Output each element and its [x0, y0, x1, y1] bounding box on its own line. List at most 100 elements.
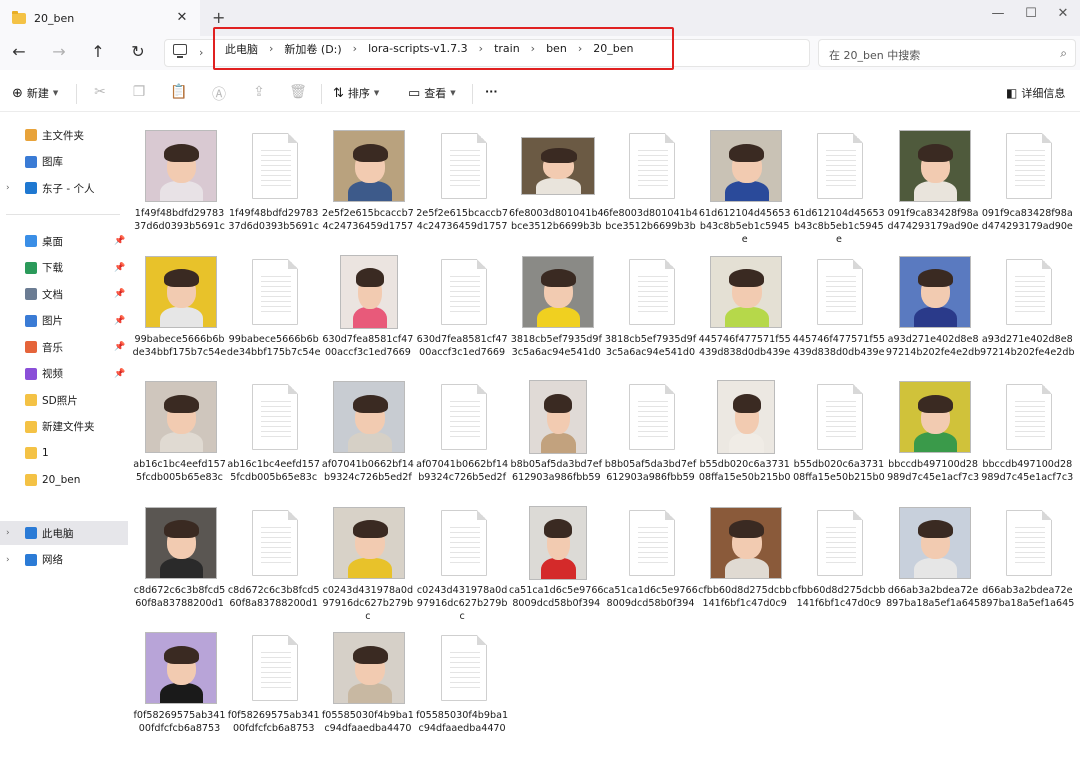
new-tab-button[interactable]: +	[212, 8, 225, 27]
image-file[interactable]: 630d7fea8581cf4700accf3c1ed7669	[320, 243, 415, 363]
image-file[interactable]: 091f9ca83428f98ad474293179ad90e	[886, 117, 981, 237]
text-file[interactable]: f05585030f4b9ba1c94dfaaedba4470	[415, 619, 510, 739]
text-file[interactable]: 61d612104d45653b43c8b5eb1c5945e	[791, 117, 886, 245]
breadcrumb-item[interactable]: lora-scripts-v1.7.3	[368, 42, 468, 55]
image-file[interactable]: 445746f477571f55439d838d0db439e	[697, 243, 792, 363]
text-file[interactable]: cfbb60d8d275dcbb141f6bf1c47d0c9	[791, 494, 886, 614]
view-button[interactable]: ▭ 查看 ▼	[408, 85, 456, 101]
tab-20-ben[interactable]: 20_ben ✕	[0, 0, 200, 36]
chevron-right-icon: ›	[352, 42, 358, 55]
image-file[interactable]: ab16c1bc4eefd1575fcdb005b65e83c	[132, 368, 227, 488]
image-file[interactable]: 3818cb5ef7935d9f3c5a6ac94e541d0	[509, 243, 604, 363]
details-pane-button[interactable]: ◧ 详细信息	[1006, 85, 1065, 101]
maximize-button[interactable]: ☐	[1021, 6, 1041, 21]
sidebar-item-folder[interactable]: 1	[0, 441, 128, 465]
sidebar-item-music[interactable]: 音乐 📌	[0, 335, 128, 359]
delete-icon[interactable]: 🗑	[289, 84, 307, 100]
image-file[interactable]: c0243d431978a0d97916dc627b279bc	[320, 494, 415, 622]
text-file[interactable]: ab16c1bc4eefd1575fcdb005b65e83c	[226, 368, 321, 488]
sidebar-item-home[interactable]: 主文件夹	[0, 123, 128, 147]
cut-icon[interactable]: ✂	[91, 84, 109, 100]
text-file[interactable]: 2e5f2e615bcaccb74c24736459d1757	[415, 117, 510, 237]
text-file[interactable]: 99babece5666b6bde34bbf175b7c54e	[226, 243, 321, 363]
copy-icon[interactable]: ❐	[130, 84, 148, 100]
sidebar-item-desktop[interactable]: 桌面 📌	[0, 229, 128, 253]
text-file[interactable]: ca51ca1d6c5e97668009dcd58b0f394	[603, 494, 698, 614]
sidebar-item-download[interactable]: 下载 📌	[0, 256, 128, 280]
image-file[interactable]: 6fe8003d801041b4bce3512b6699b3b	[509, 117, 604, 237]
sidebar-item-document[interactable]: 文档 📌	[0, 282, 128, 306]
sidebar-item-picture[interactable]: 图片 📌	[0, 309, 128, 333]
text-file[interactable]: b55db020c6a373108ffa15e50b215b0	[791, 368, 886, 488]
sidebar-item-onedrive[interactable]: › 东子 - 个人	[0, 176, 128, 200]
image-file[interactable]: b55db020c6a373108ffa15e50b215b0	[697, 368, 792, 488]
new-button[interactable]: ⊕ 新建 ▼	[12, 85, 58, 101]
image-file[interactable]: f0f58269575ab34100fdfcfcb6a8753	[132, 619, 227, 739]
document-icon	[252, 384, 299, 450]
image-file[interactable]: a93d271e402d8e897214b202fe4e2db	[886, 243, 981, 363]
sidebar-item-gallery[interactable]: 图库	[0, 150, 128, 174]
sidebar-item-network[interactable]: › 网络	[0, 548, 128, 572]
sidebar-item-video[interactable]: 视频 📌	[0, 362, 128, 386]
image-file[interactable]: c8d672c6c3b8fcd560f8a83788200d1	[132, 494, 227, 614]
text-file[interactable]: bbccdb497100d28989d7c45e1acf7c3	[980, 368, 1075, 488]
forward-button[interactable]: →	[48, 42, 70, 61]
chevron-right-icon[interactable]: ›	[6, 183, 10, 193]
image-file[interactable]: cfbb60d8d275dcbb141f6bf1c47d0c9	[697, 494, 792, 614]
share-icon[interactable]: ⇪	[250, 84, 268, 100]
more-options-button[interactable]: ···	[485, 85, 498, 98]
search-box[interactable]: 在 20_ben 中搜索 ⌕	[818, 39, 1076, 67]
sidebar-item-label: 下载	[42, 262, 63, 274]
file-name: bbccdb497100d28989d7c45e1acf7c3	[981, 459, 1074, 483]
sidebar-item-folder[interactable]: 新建文件夹	[0, 415, 128, 439]
text-file[interactable]: c8d672c6c3b8fcd560f8a83788200d1	[226, 494, 321, 614]
text-file[interactable]: f0f58269575ab34100fdfcfcb6a8753	[226, 619, 321, 739]
rename-icon[interactable]: Ⓐ	[210, 84, 228, 104]
text-file[interactable]: 1f49f48bdfd2978337d6d0393b5691c	[226, 117, 321, 237]
photo-hair	[540, 269, 576, 288]
text-file[interactable]: 6fe8003d801041b4bce3512b6699b3b	[603, 117, 698, 237]
image-file[interactable]: 1f49f48bdfd2978337d6d0393b5691c	[132, 117, 227, 237]
text-file[interactable]: 445746f477571f55439d838d0db439e	[791, 243, 886, 363]
text-file[interactable]: 091f9ca83428f98ad474293179ad90e	[980, 117, 1075, 237]
image-file[interactable]: 99babece5666b6bde34bbf175b7c54e	[132, 243, 227, 363]
refresh-button[interactable]: ↻	[127, 42, 149, 61]
photo-thumbnail	[333, 381, 406, 453]
chevron-right-icon[interactable]: ›	[6, 555, 10, 565]
sidebar-item-this-pc[interactable]: › 此电脑	[0, 521, 128, 545]
text-file[interactable]: a93d271e402d8e897214b202fe4e2db	[980, 243, 1075, 363]
image-file[interactable]: 61d612104d45653b43c8b5eb1c5945e	[697, 117, 792, 245]
file-name: b55db020c6a373108ffa15e50b215b0	[793, 459, 885, 483]
image-file[interactable]: af07041b0662bf14b9324c726b5ed2f	[320, 368, 415, 488]
text-file[interactable]: 630d7fea8581cf4700accf3c1ed7669	[415, 243, 510, 363]
file-name: 2e5f2e615bcaccb74c24736459d1757	[416, 208, 508, 232]
image-file[interactable]: d66ab3a2bdea72e897ba18a5ef1a645	[886, 494, 981, 614]
image-file[interactable]: f05585030f4b9ba1c94dfaaedba4470	[320, 619, 415, 739]
image-thumbnail	[144, 380, 218, 454]
breadcrumb-item[interactable]: 此电脑	[225, 41, 258, 57]
up-button[interactable]: ↑	[87, 42, 109, 61]
text-file[interactable]: c0243d431978a0d97916dc627b279bc	[415, 494, 510, 622]
text-file[interactable]: d66ab3a2bdea72e897ba18a5ef1a645	[980, 494, 1075, 614]
text-file[interactable]: b8b05af5da3bd7ef612903a986fbb59	[603, 368, 698, 488]
paste-icon[interactable]: 📋	[170, 84, 188, 100]
image-file[interactable]: 2e5f2e615bcaccb74c24736459d1757	[320, 117, 415, 237]
minimize-button[interactable]: —	[988, 6, 1008, 21]
text-file[interactable]: af07041b0662bf14b9324c726b5ed2f	[415, 368, 510, 488]
breadcrumb-item[interactable]: 20_ben	[593, 42, 633, 55]
chevron-right-icon[interactable]: ›	[6, 528, 10, 538]
image-file[interactable]: bbccdb497100d28989d7c45e1acf7c3	[886, 368, 981, 488]
breadcrumb-item[interactable]: train	[494, 42, 520, 55]
breadcrumb-item[interactable]: 新加卷 (D:)	[284, 41, 341, 57]
sidebar-divider	[6, 214, 120, 215]
image-file[interactable]: b8b05af5da3bd7ef612903a986fbb59	[509, 368, 604, 488]
tab-close-icon[interactable]: ✕	[174, 10, 190, 25]
text-file[interactable]: 3818cb5ef7935d9f3c5a6ac94e541d0	[603, 243, 698, 363]
sidebar-item-folder[interactable]: 20_ben	[0, 468, 128, 492]
close-button[interactable]: ✕	[1053, 6, 1073, 21]
back-button[interactable]: ←	[8, 42, 30, 61]
sort-button[interactable]: ⇅ 排序 ▼	[333, 85, 379, 101]
sidebar-item-folder[interactable]: SD照片	[0, 388, 128, 412]
breadcrumb-item[interactable]: ben	[546, 42, 567, 55]
image-file[interactable]: ca51ca1d6c5e97668009dcd58b0f394	[509, 494, 604, 614]
